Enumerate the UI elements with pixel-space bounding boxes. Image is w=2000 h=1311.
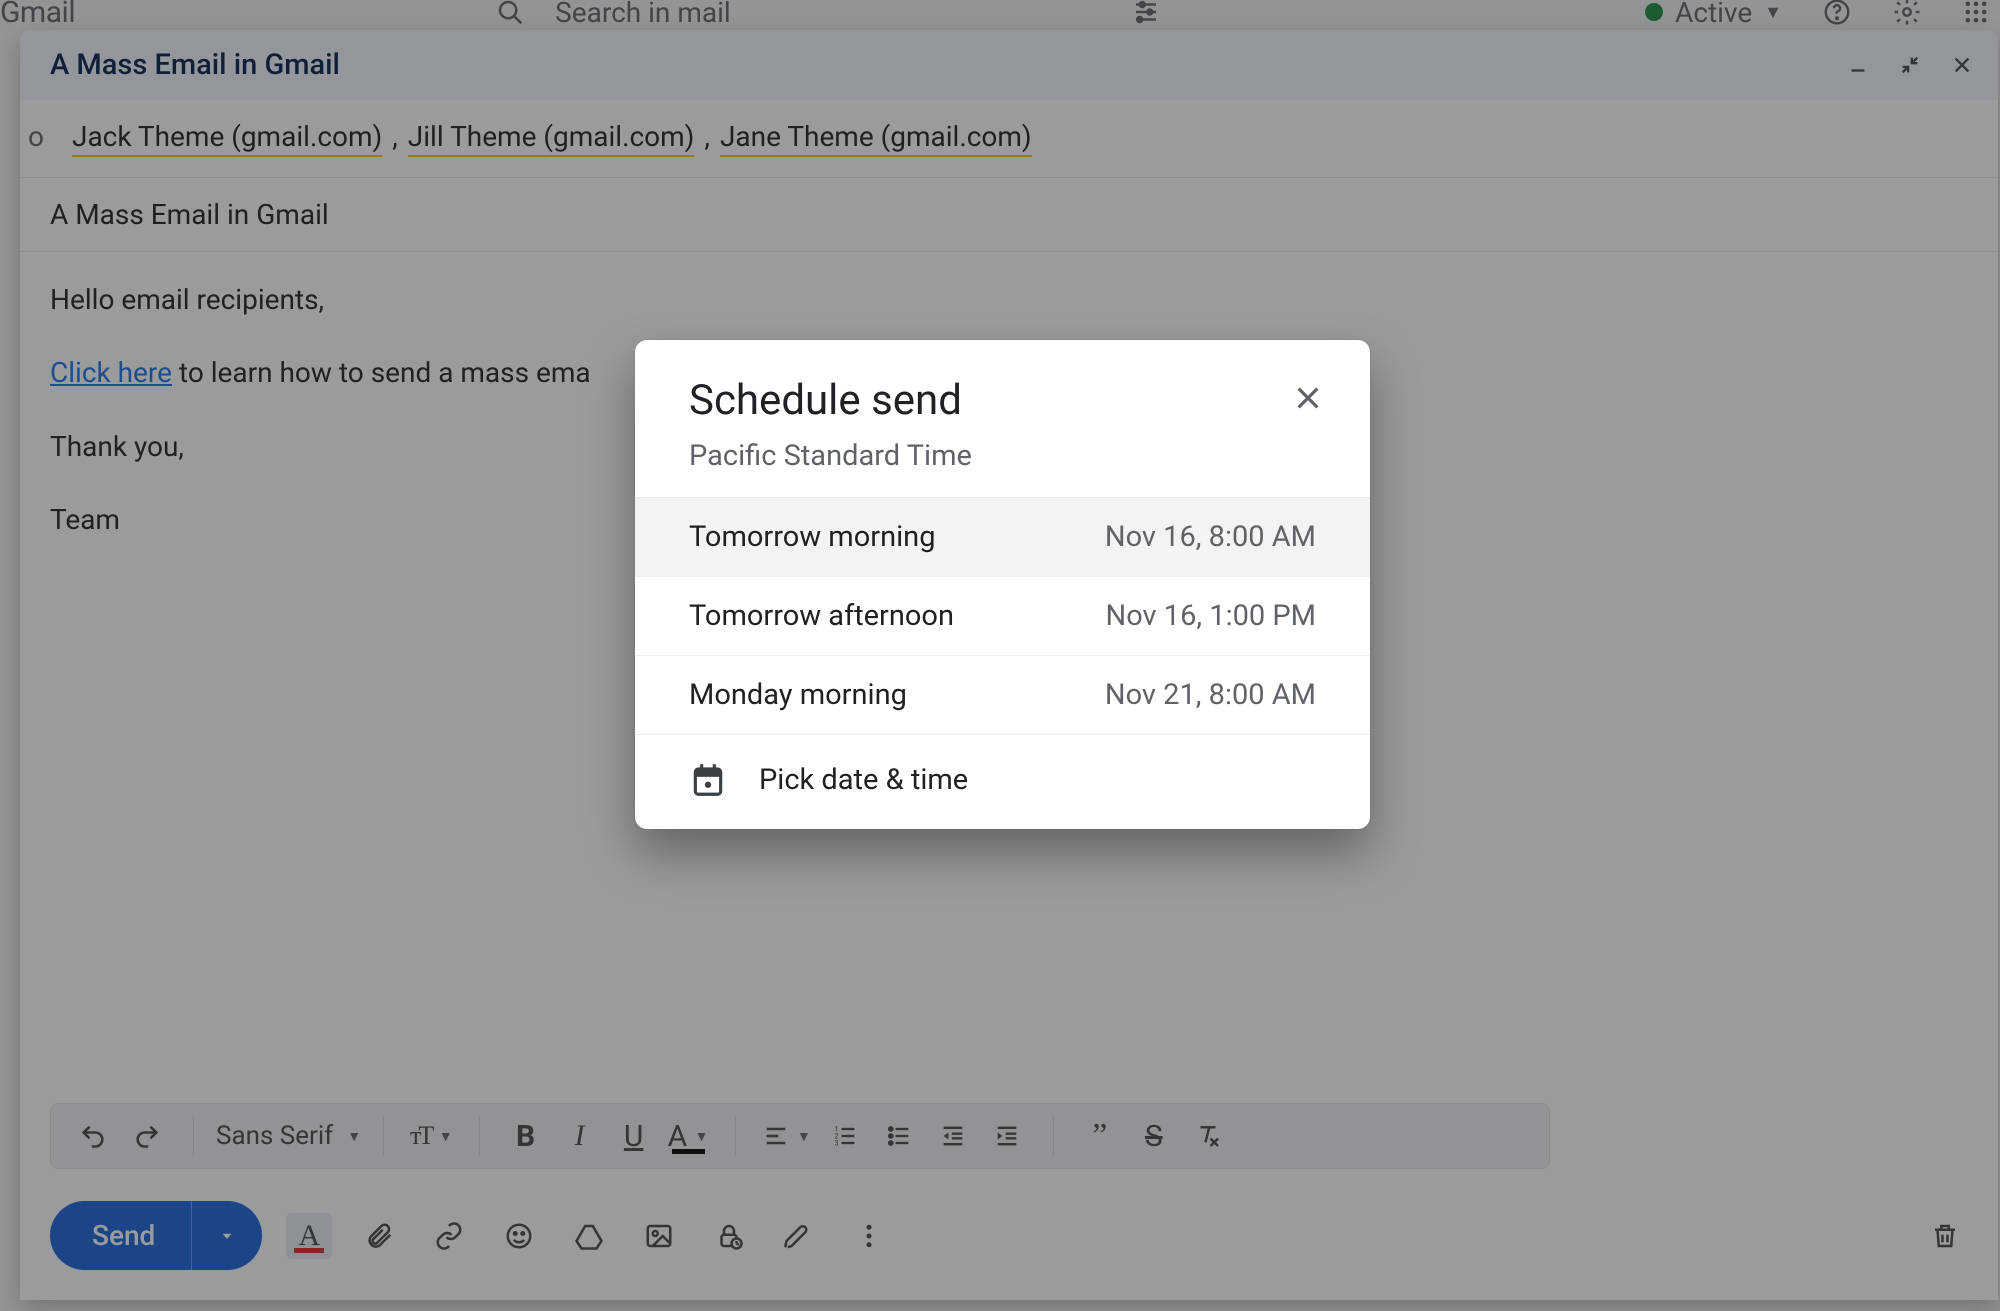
svg-text:3: 3 bbox=[834, 1139, 838, 1147]
align-button[interactable]: ▼ bbox=[762, 1114, 811, 1158]
chevron-down-icon: ▼ bbox=[797, 1128, 811, 1145]
send-more-button[interactable] bbox=[191, 1201, 262, 1270]
insert-drive-button[interactable] bbox=[566, 1213, 612, 1259]
chevron-down-icon: ▼ bbox=[1764, 2, 1782, 23]
attach-file-button[interactable] bbox=[356, 1213, 402, 1259]
schedule-option-datetime: Nov 21, 8:00 AM bbox=[1105, 678, 1316, 712]
strikethrough-button[interactable]: S bbox=[1134, 1114, 1174, 1158]
confidential-mode-button[interactable] bbox=[706, 1213, 752, 1259]
redo-button[interactable] bbox=[127, 1114, 167, 1158]
font-name: Sans Serif bbox=[216, 1121, 333, 1151]
schedule-option-label: Tomorrow afternoon bbox=[689, 599, 954, 633]
compose-title: A Mass Email in Gmail bbox=[50, 48, 1844, 82]
status-label: Active bbox=[1675, 0, 1752, 29]
window-controls bbox=[1844, 51, 1976, 79]
dialog-subtitle: Pacific Standard Time bbox=[689, 439, 1320, 473]
underline-button[interactable]: U bbox=[614, 1114, 654, 1158]
apps-grid-icon[interactable] bbox=[1962, 0, 1990, 26]
send-button[interactable]: Send bbox=[50, 1201, 191, 1270]
toolbar-separator bbox=[479, 1116, 480, 1156]
schedule-option[interactable]: Tomorrow morning Nov 16, 8:00 AM bbox=[635, 497, 1370, 576]
schedule-option-datetime: Nov 16, 8:00 AM bbox=[1105, 520, 1316, 554]
bold-button[interactable]: B bbox=[506, 1114, 546, 1158]
schedule-option-label: Tomorrow morning bbox=[689, 520, 935, 554]
subject-field[interactable]: A Mass Email in Gmail bbox=[20, 178, 1998, 252]
close-icon bbox=[1292, 382, 1324, 414]
pick-date-time-button[interactable]: Pick date & time bbox=[635, 734, 1370, 829]
text-color-button[interactable]: A bbox=[286, 1213, 332, 1259]
schedule-option-label: Monday morning bbox=[689, 678, 907, 712]
chevron-down-icon: ▼ bbox=[695, 1128, 709, 1145]
text-color-button[interactable]: A ▼ bbox=[668, 1114, 709, 1158]
status-dot-icon bbox=[1645, 3, 1663, 21]
search-icon bbox=[495, 0, 525, 27]
status-chip[interactable]: Active ▼ bbox=[1645, 0, 1782, 29]
compose-header: A Mass Email in Gmail bbox=[20, 30, 1998, 100]
tune-icon[interactable] bbox=[1131, 0, 1161, 27]
schedule-send-dialog: Schedule send Pacific Standard Time Tomo… bbox=[635, 340, 1370, 829]
undo-button[interactable] bbox=[73, 1114, 113, 1158]
dialog-header: Schedule send Pacific Standard Time bbox=[635, 340, 1370, 497]
search-placeholder: Search in mail bbox=[555, 0, 731, 29]
more-options-button[interactable] bbox=[846, 1213, 892, 1259]
chevron-down-icon: ▼ bbox=[439, 1128, 453, 1145]
calendar-icon bbox=[689, 761, 727, 799]
pick-date-time-label: Pick date & time bbox=[759, 763, 968, 797]
search-box[interactable]: Search in mail bbox=[495, 0, 731, 29]
font-family-select[interactable]: Sans Serif ▼ bbox=[210, 1121, 367, 1151]
to-label-fragment: o bbox=[22, 120, 44, 157]
dialog-close-button[interactable] bbox=[1286, 376, 1330, 420]
gmail-brand: Gmail bbox=[0, 0, 75, 30]
toolbar-separator bbox=[1053, 1116, 1054, 1156]
gear-icon[interactable] bbox=[1892, 0, 1922, 27]
chevron-down-icon bbox=[218, 1227, 236, 1245]
body-line2-rest: to learn how to send a mass ema bbox=[172, 356, 591, 389]
indent-less-button[interactable] bbox=[933, 1114, 973, 1158]
toolbar-separator bbox=[193, 1116, 194, 1156]
format-toolbar: Sans Serif ▼ тT ▼ B I U A ▼ ▼ 123 ” S bbox=[50, 1103, 1550, 1169]
recipient-chip[interactable]: Jill Theme (gmail.com) bbox=[408, 120, 695, 157]
quote-button[interactable]: ” bbox=[1080, 1114, 1120, 1158]
insert-emoji-button[interactable] bbox=[496, 1213, 542, 1259]
compose-action-bar: Send A bbox=[20, 1187, 1998, 1300]
recipient-chip[interactable]: Jane Theme (gmail.com) bbox=[720, 120, 1032, 157]
send-label: Send bbox=[92, 1219, 155, 1252]
font-size-button[interactable]: тT ▼ bbox=[410, 1114, 453, 1158]
send-split-button: Send bbox=[50, 1201, 262, 1270]
schedule-option-list: Tomorrow morning Nov 16, 8:00 AM Tomorro… bbox=[635, 497, 1370, 734]
bulleted-list-button[interactable] bbox=[879, 1114, 919, 1158]
schedule-option-datetime: Nov 16, 1:00 PM bbox=[1106, 599, 1316, 633]
clear-formatting-button[interactable] bbox=[1188, 1114, 1228, 1158]
numbered-list-button[interactable]: 123 bbox=[825, 1114, 865, 1158]
recipient-chip[interactable]: Jack Theme (gmail.com) bbox=[72, 120, 382, 157]
toolbar-separator bbox=[735, 1116, 736, 1156]
gmail-top-bar: Gmail Search in mail Active ▼ bbox=[0, 0, 2000, 24]
insert-link-button[interactable] bbox=[426, 1213, 472, 1259]
font-size-icon: тT bbox=[410, 1121, 431, 1151]
close-button[interactable] bbox=[1948, 51, 1976, 79]
insert-signature-button[interactable] bbox=[776, 1213, 822, 1259]
toolbar-separator bbox=[383, 1116, 384, 1156]
discard-draft-button[interactable] bbox=[1922, 1213, 1968, 1259]
body-greeting: Hello email recipients, bbox=[50, 278, 1968, 321]
chevron-down-icon: ▼ bbox=[347, 1128, 361, 1145]
dialog-title: Schedule send bbox=[689, 376, 1320, 425]
schedule-option[interactable]: Monday morning Nov 21, 8:00 AM bbox=[635, 655, 1370, 734]
help-icon[interactable] bbox=[1822, 0, 1852, 27]
schedule-option[interactable]: Tomorrow afternoon Nov 16, 1:00 PM bbox=[635, 576, 1370, 655]
minimize-button[interactable] bbox=[1844, 51, 1872, 79]
insert-photo-button[interactable] bbox=[636, 1213, 682, 1259]
body-link[interactable]: Click here bbox=[50, 356, 172, 389]
italic-button[interactable]: I bbox=[560, 1114, 600, 1158]
to-field[interactable]: o Jack Theme (gmail.com), Jill Theme (gm… bbox=[20, 100, 1998, 178]
exit-fullscreen-button[interactable] bbox=[1896, 51, 1924, 79]
subject-text: A Mass Email in Gmail bbox=[50, 198, 329, 231]
indent-more-button[interactable] bbox=[987, 1114, 1027, 1158]
